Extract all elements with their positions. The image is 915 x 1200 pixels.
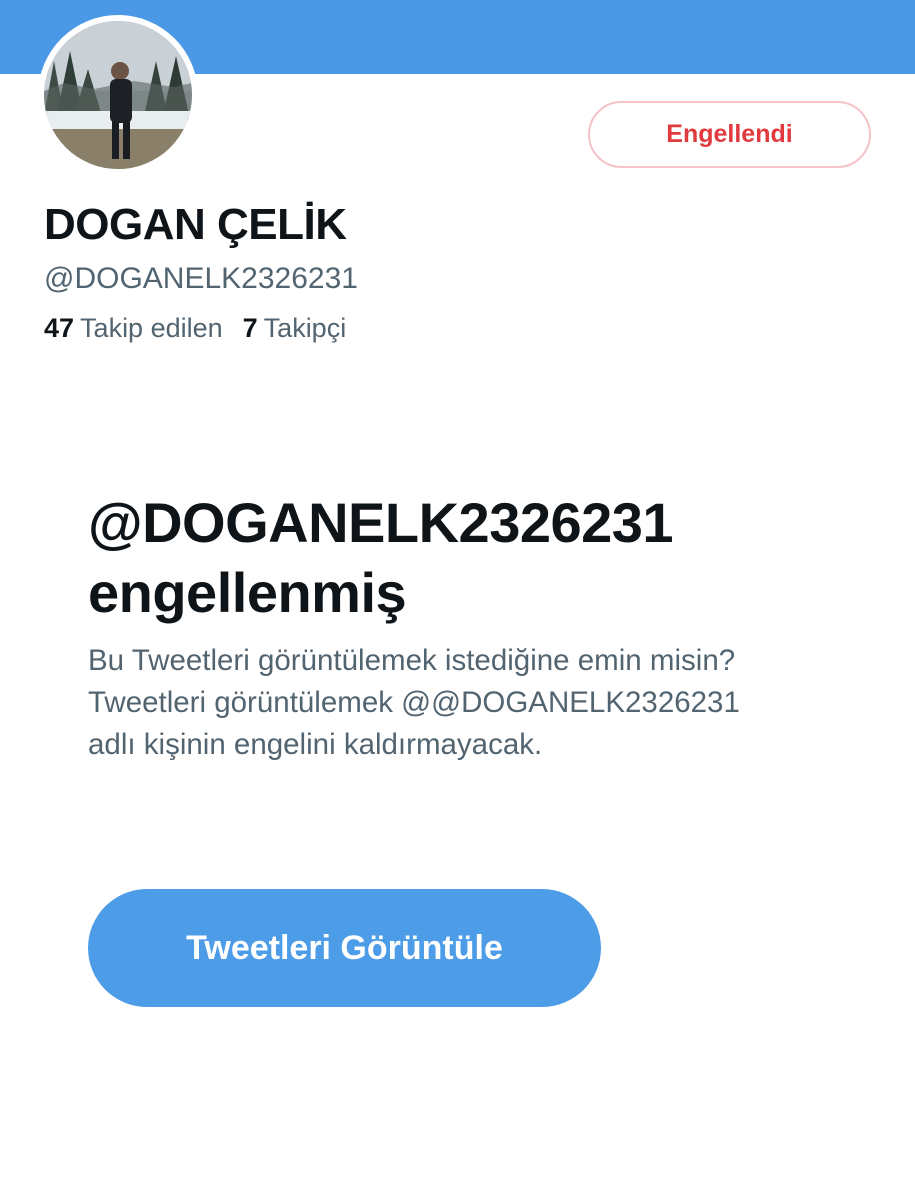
followers-link[interactable]: 7 Takipçi [243,313,347,344]
profile-display-name: DOGAN ÇELİK [44,200,347,249]
following-count: 47 [44,313,75,343]
blocked-button[interactable]: Engellendi [588,101,871,168]
blocked-notice: @DOGANELK2326231 engellenmiş Bu Tweetler… [88,488,878,766]
profile-handle: @DOGANELK2326231 [44,262,358,295]
blocked-notice-body: Bu Tweetleri görüntülemek istediğine emi… [88,644,740,761]
following-label: Takip edilen [80,313,223,343]
profile-stats: 47 Takip edilen 7 Takipçi [44,313,346,344]
followers-label: Takipçi [263,313,347,343]
following-link[interactable]: 47 Takip edilen [44,313,223,344]
blocked-notice-suffix: engellenmiş [88,561,407,624]
profile-photo [44,21,192,169]
followers-count: 7 [242,313,258,343]
avatar[interactable] [38,15,198,175]
view-tweets-button[interactable]: Tweetleri Görüntüle [88,889,601,1007]
blocked-notice-handle: @DOGANELK2326231 [88,491,674,554]
blocked-notice-title: @DOGANELK2326231 engellenmiş [88,488,878,628]
